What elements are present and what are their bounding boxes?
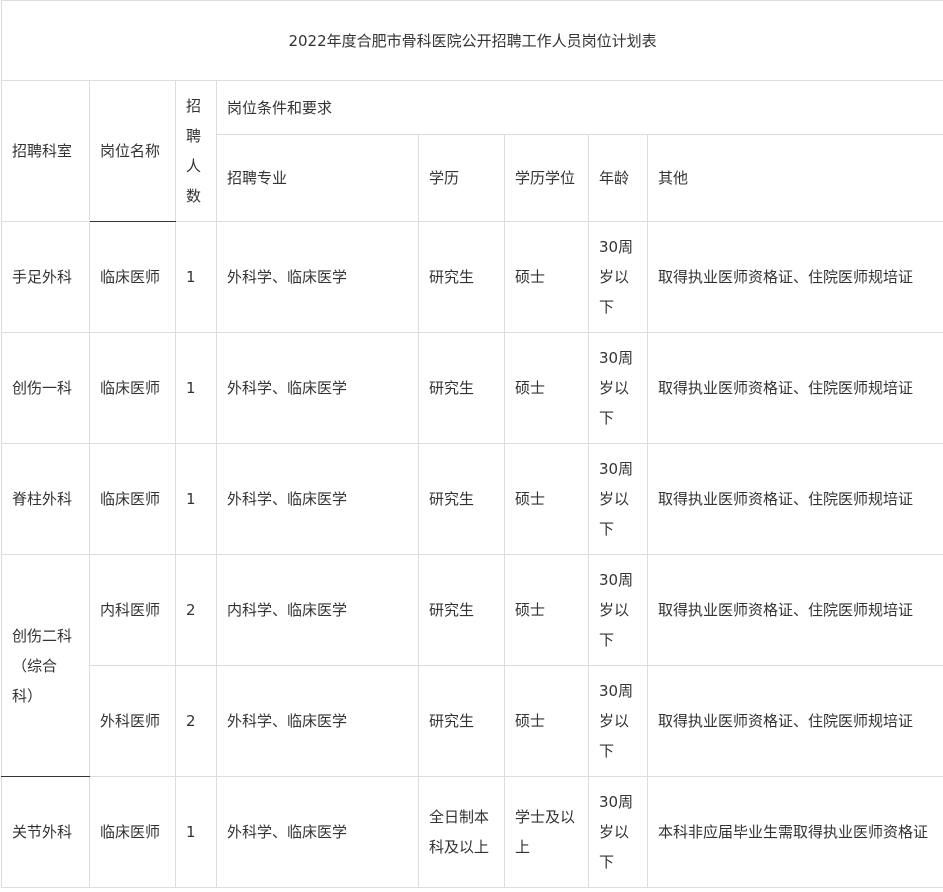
cell-age: 30周岁以下 <box>588 221 648 333</box>
cell-other: 取得执业医师资格证、住院医师规培证 <box>646 332 943 444</box>
cell-count: 2 <box>175 665 217 777</box>
cell-degree: 硕士 <box>504 554 589 666</box>
header-education: 学历 <box>418 134 505 222</box>
cell-age: 30周岁以下 <box>588 332 648 444</box>
table-row: 创伤一科 临床医师 1 外科学、临床医学 研究生 硕士 30周岁以下 取得执业医… <box>1 332 943 444</box>
cell-count: 2 <box>175 554 217 666</box>
cell-count: 1 <box>175 332 217 444</box>
cell-education: 研究生 <box>418 443 505 555</box>
cell-education: 全日制本科及以上 <box>418 776 505 888</box>
cell-other: 取得执业医师资格证、住院医师规培证 <box>646 221 943 333</box>
cell-education: 研究生 <box>418 221 505 333</box>
header-other: 其他 <box>646 134 943 222</box>
header-position: 岗位名称 <box>89 80 176 222</box>
cell-dept: 创伤一科 <box>1 332 90 444</box>
cell-position: 外科医师 <box>89 665 176 777</box>
cell-dept: 脊柱外科 <box>1 443 90 555</box>
table-row: 创伤二科（综合科） 内科医师 2 内科学、临床医学 研究生 硕士 30周岁以下 … <box>1 554 943 777</box>
table-row: 外科医师 2 外科学、临床医学 研究生 硕士 30周岁以下 取得执业医师资格证、… <box>2 665 943 777</box>
cell-major: 外科学、临床医学 <box>216 221 419 333</box>
cell-other: 取得执业医师资格证、住院医师规培证 <box>646 443 943 555</box>
cell-degree: 学士及以上 <box>504 776 589 888</box>
table-row: 脊柱外科 临床医师 1 外科学、临床医学 研究生 硕士 30周岁以下 取得执业医… <box>1 443 943 555</box>
table-row: 关节外科 临床医师 1 外科学、临床医学 全日制本科及以上 学士及以上 30周岁… <box>1 776 943 888</box>
cell-dept: 创伤二科（综合科） <box>1 554 90 777</box>
cell-position: 内科医师 <box>89 554 176 666</box>
cell-dept: 手足外科 <box>1 221 90 333</box>
cell-degree: 硕士 <box>504 443 589 555</box>
cell-education: 研究生 <box>418 554 505 666</box>
cell-degree: 硕士 <box>504 332 589 444</box>
cell-degree: 硕士 <box>504 665 589 777</box>
table-row: 手足外科 临床医师 1 外科学、临床医学 研究生 硕士 30周岁以下 取得执业医… <box>1 221 943 333</box>
header-major: 招聘专业 <box>216 134 419 222</box>
cell-position: 临床医师 <box>89 332 176 444</box>
cell-age: 30周岁以下 <box>588 776 648 888</box>
table-title: 2022年度合肥市骨科医院公开招聘工作人员岗位计划表 <box>0 0 943 81</box>
cell-major: 内科学、临床医学 <box>216 554 419 666</box>
header-dept: 招聘科室 <box>1 80 90 222</box>
header-degree: 学历学位 <box>504 134 589 222</box>
cell-education: 研究生 <box>418 332 505 444</box>
cell-position: 临床医师 <box>89 443 176 555</box>
cell-education: 研究生 <box>418 665 505 777</box>
cell-major: 外科学、临床医学 <box>216 665 419 777</box>
cell-other: 取得执业医师资格证、住院医师规培证 <box>646 665 943 777</box>
recruitment-table: 2022年度合肥市骨科医院公开招聘工作人员岗位计划表 招聘科室 岗位名称 招聘人… <box>0 0 943 888</box>
cell-age: 30周岁以下 <box>588 665 648 777</box>
cell-major: 外科学、临床医学 <box>216 332 419 444</box>
header-requirements: 岗位条件和要求 <box>215 80 943 135</box>
cell-position: 临床医师 <box>89 221 176 333</box>
cell-position: 临床医师 <box>89 776 176 888</box>
cell-dept: 关节外科 <box>1 776 90 888</box>
cell-major: 外科学、临床医学 <box>216 776 419 888</box>
cell-other: 本科非应届毕业生需取得执业医师资格证 <box>646 776 943 888</box>
cell-other: 取得执业医师资格证、住院医师规培证 <box>646 554 943 666</box>
cell-count: 1 <box>175 221 217 333</box>
cell-count: 1 <box>175 776 217 888</box>
header-count: 招聘人数 <box>175 80 217 222</box>
cell-age: 30周岁以下 <box>588 443 648 555</box>
cell-age: 30周岁以下 <box>588 554 648 666</box>
cell-count: 1 <box>175 443 217 555</box>
cell-degree: 硕士 <box>504 221 589 333</box>
header-age: 年龄 <box>588 134 648 222</box>
cell-major: 外科学、临床医学 <box>216 443 419 555</box>
